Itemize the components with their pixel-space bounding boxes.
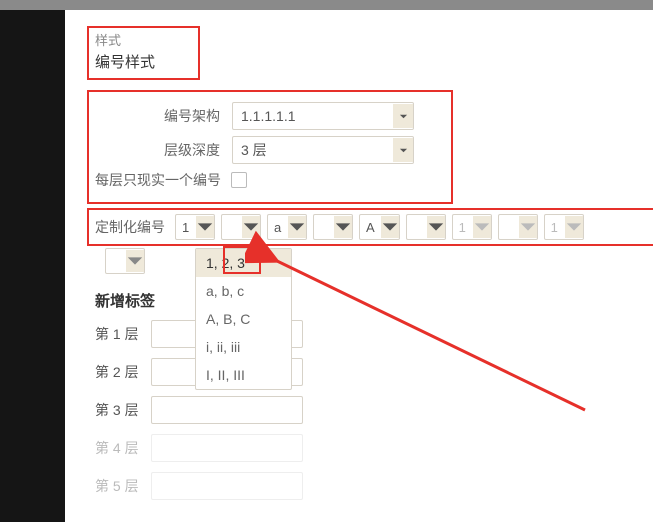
settings-panel: 样式 编号样式 编号架构 1.1.1.1.1 层级深度 3 层 每层只现实一个编… <box>65 10 653 522</box>
input-layer-5 <box>151 472 303 500</box>
select-value: 3 层 <box>233 140 393 160</box>
page-title: 编号样式 <box>95 51 192 72</box>
input-layer-4 <box>151 434 303 462</box>
dark-side-panel <box>0 10 65 522</box>
label-layer-3: 第 3 层 <box>95 400 139 420</box>
annotation-arrow <box>245 230 605 430</box>
row-one-per-level: 每层只现实一个编号 <box>95 170 435 190</box>
checkbox-one-per-level[interactable] <box>231 172 247 188</box>
label-level-depth: 层级深度 <box>125 140 220 160</box>
select-numbering-architecture[interactable]: 1.1.1.1.1 <box>232 102 414 130</box>
select-custom-extra[interactable] <box>105 248 145 274</box>
breadcrumb-style: 样式 <box>95 30 192 49</box>
select-custom-0[interactable]: 1 <box>175 214 215 240</box>
label-layer-4: 第 4 层 <box>95 438 139 458</box>
select-level-depth[interactable]: 3 层 <box>232 136 414 164</box>
row-layer-4: 第 4 层 <box>95 434 303 462</box>
chevron-down-icon <box>196 216 214 238</box>
row-numbering-architecture: 编号架构 1.1.1.1.1 <box>125 102 445 130</box>
custom-number-overflow <box>105 248 145 274</box>
heading-add-labels: 新增标签 <box>95 290 155 311</box>
label-numbering-architecture: 编号架构 <box>125 106 220 126</box>
label-custom-number: 定制化编号 <box>95 217 165 237</box>
row-level-depth: 层级深度 3 层 <box>125 136 445 164</box>
annotation-header-box: 样式 编号样式 <box>87 26 200 80</box>
label-layer-2: 第 2 层 <box>95 362 139 382</box>
chevron-down-icon <box>393 104 413 128</box>
window-titlebar <box>0 0 653 10</box>
chevron-down-icon <box>126 250 144 272</box>
row-layer-5: 第 5 层 <box>95 472 303 500</box>
chevron-down-icon <box>393 138 413 162</box>
stage: 样式 编号样式 编号架构 1.1.1.1.1 层级深度 3 层 每层只现实一个编… <box>0 0 653 522</box>
label-layer-1: 第 1 层 <box>95 324 139 344</box>
select-value: 1 <box>176 220 196 235</box>
select-value: 1.1.1.1.1 <box>233 108 393 124</box>
label-layer-5: 第 5 层 <box>95 476 139 496</box>
label-one-per-level: 每层只现实一个编号 <box>95 170 221 190</box>
